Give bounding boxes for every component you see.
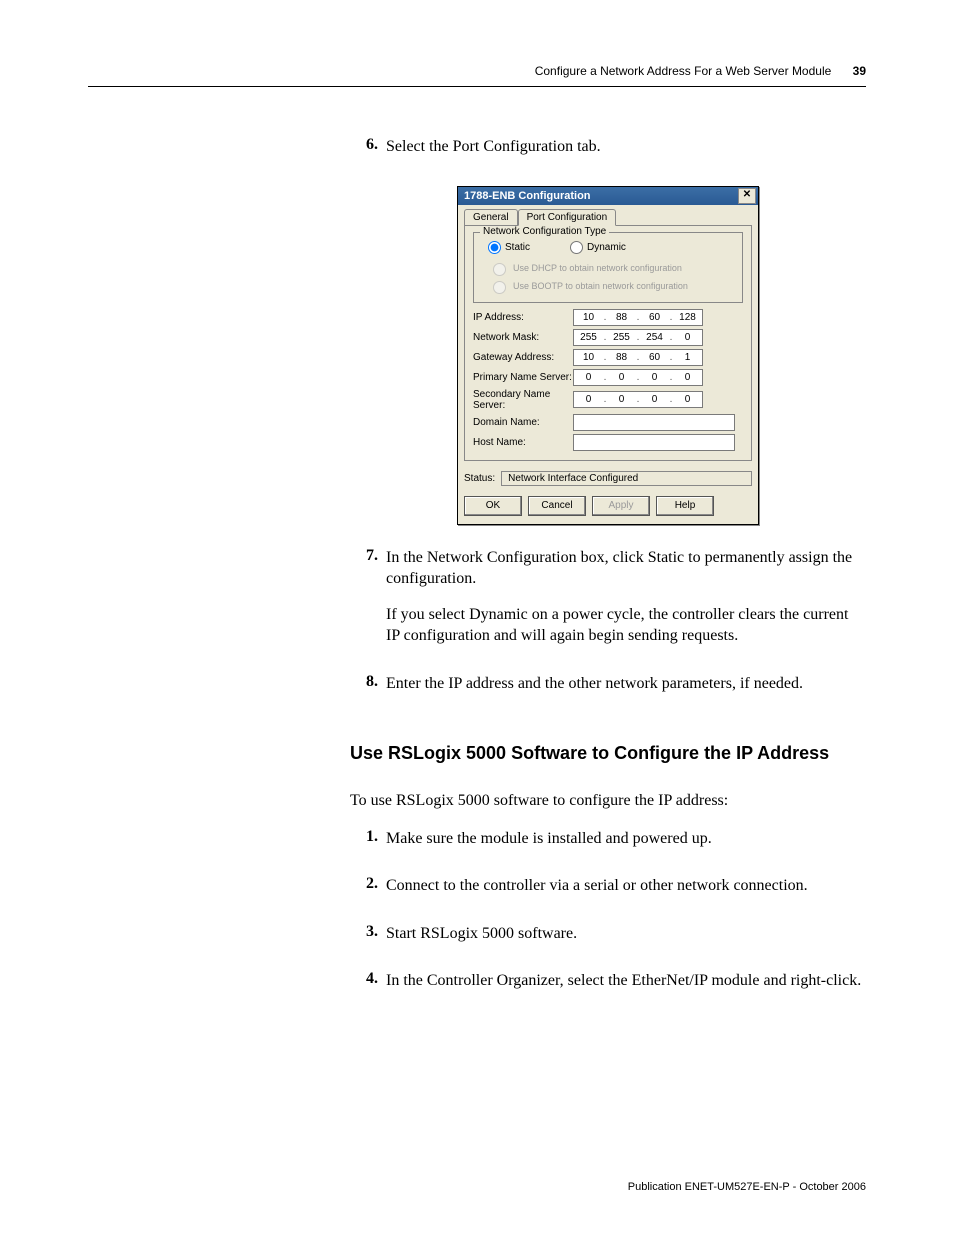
- dhcp-option: Use DHCP to obtain network configuration: [488, 260, 734, 276]
- step-2: 2. Connect to the controller via a seria…: [350, 875, 866, 911]
- domain-name-input[interactable]: [573, 414, 735, 431]
- radio-dynamic[interactable]: Dynamic: [570, 241, 626, 254]
- host-label: Host Name:: [473, 437, 573, 448]
- group-title: Network Configuration Type: [480, 226, 609, 237]
- dialog-title: 1788-ENB Configuration: [464, 190, 738, 202]
- network-config-type-group: Network Configuration Type Static Dynami…: [473, 232, 743, 303]
- step-text: In the Controller Organizer, select the …: [386, 970, 866, 1006]
- config-dialog: 1788-ENB Configuration ✕ General Port Co…: [457, 186, 759, 525]
- header-title: Configure a Network Address For a Web Se…: [535, 64, 832, 78]
- domain-name-row: Domain Name:: [473, 414, 743, 431]
- titlebar: 1788-ENB Configuration ✕: [458, 187, 758, 205]
- step-8: 8. Enter the IP address and the other ne…: [350, 673, 866, 709]
- dhcp-radio: [493, 263, 506, 276]
- radio-row: Static Dynamic: [488, 241, 734, 254]
- step-text: Start RSLogix 5000 software.: [386, 923, 866, 959]
- host-name-input[interactable]: [573, 434, 735, 451]
- dialog-buttons: OK Cancel Apply Help: [458, 492, 758, 524]
- radio-static-input[interactable]: [488, 241, 501, 254]
- help-button[interactable]: Help: [656, 496, 714, 516]
- step-6: 6. Select the Port Configuration tab.: [350, 136, 866, 172]
- sns-label: Secondary Name Server:: [473, 389, 573, 411]
- secondary-name-server-row: Secondary Name Server: 0. 0. 0. 0: [473, 389, 743, 411]
- status-label: Status:: [464, 473, 495, 484]
- step-number: 6.: [350, 136, 386, 172]
- radio-dynamic-input[interactable]: [570, 241, 583, 254]
- step-number: 7.: [350, 547, 386, 661]
- running-header: Configure a Network Address For a Web Se…: [535, 64, 866, 78]
- step-number: 4.: [350, 970, 386, 1006]
- tab-panel: Network Configuration Type Static Dynami…: [464, 225, 752, 461]
- step-text: Enter the IP address and the other netwo…: [386, 673, 866, 709]
- primary-name-server-row: Primary Name Server: 0. 0. 0. 0: [473, 369, 743, 386]
- step-number: 2.: [350, 875, 386, 911]
- tab-port-configuration[interactable]: Port Configuration: [518, 209, 617, 226]
- step-4: 4. In the Controller Organizer, select t…: [350, 970, 866, 1006]
- ip-address-row: IP Address: 10. 88. 60. 128: [473, 309, 743, 326]
- page: Configure a Network Address For a Web Se…: [0, 0, 954, 1235]
- step-text: Select the Port Configuration tab.: [386, 136, 866, 172]
- network-mask-row: Network Mask: 255. 255. 254. 0: [473, 329, 743, 346]
- section-intro: To use RSLogix 5000 software to configur…: [350, 792, 866, 810]
- ok-button[interactable]: OK: [464, 496, 522, 516]
- step-number: 1.: [350, 828, 386, 864]
- status-value: Network Interface Configured: [501, 471, 752, 486]
- dialog-figure: 1788-ENB Configuration ✕ General Port Co…: [350, 186, 866, 525]
- header-rule: [88, 86, 866, 87]
- radio-static[interactable]: Static: [488, 241, 530, 254]
- network-mask-input[interactable]: 255. 255. 254. 0: [573, 329, 703, 346]
- step-text: Make sure the module is installed and po…: [386, 828, 866, 864]
- ip-label: IP Address:: [473, 312, 573, 323]
- status-row: Status: Network Interface Configured: [464, 471, 752, 486]
- gateway-row: Gateway Address: 10. 88. 60. 1: [473, 349, 743, 366]
- secondary-name-server-input[interactable]: 0. 0. 0. 0: [573, 391, 703, 408]
- disabled-options: Use DHCP to obtain network configuration…: [488, 260, 734, 294]
- host-name-row: Host Name:: [473, 434, 743, 451]
- cancel-button[interactable]: Cancel: [528, 496, 586, 516]
- apply-button[interactable]: Apply: [592, 496, 650, 516]
- bootp-option: Use BOOTP to obtain network configuratio…: [488, 278, 734, 294]
- ip-address-input[interactable]: 10. 88. 60. 128: [573, 309, 703, 326]
- mask-label: Network Mask:: [473, 332, 573, 343]
- pns-label: Primary Name Server:: [473, 372, 573, 383]
- step-7: 7. In the Network Configuration box, cli…: [350, 547, 866, 661]
- step-number: 8.: [350, 673, 386, 709]
- step-text: In the Network Configuration box, click …: [386, 547, 866, 661]
- bootp-radio: [493, 281, 506, 294]
- primary-name-server-input[interactable]: 0. 0. 0. 0: [573, 369, 703, 386]
- step-number: 3.: [350, 923, 386, 959]
- section-heading: Use RSLogix 5000 Software to Configure t…: [350, 743, 866, 764]
- gw-label: Gateway Address:: [473, 352, 573, 363]
- footer: Publication ENET-UM527E-EN-P - October 2…: [628, 1181, 866, 1193]
- step-3: 3. Start RSLogix 5000 software.: [350, 923, 866, 959]
- gateway-input[interactable]: 10. 88. 60. 1: [573, 349, 703, 366]
- tab-general[interactable]: General: [464, 209, 518, 225]
- main-content: 6. Select the Port Configuration tab. 17…: [350, 136, 866, 1018]
- step-text: Connect to the controller via a serial o…: [386, 875, 866, 911]
- close-icon[interactable]: ✕: [738, 188, 756, 204]
- step-1: 1. Make sure the module is installed and…: [350, 828, 866, 864]
- domain-label: Domain Name:: [473, 417, 573, 428]
- tab-strip: General Port Configuration: [458, 205, 758, 225]
- page-number: 39: [853, 64, 866, 78]
